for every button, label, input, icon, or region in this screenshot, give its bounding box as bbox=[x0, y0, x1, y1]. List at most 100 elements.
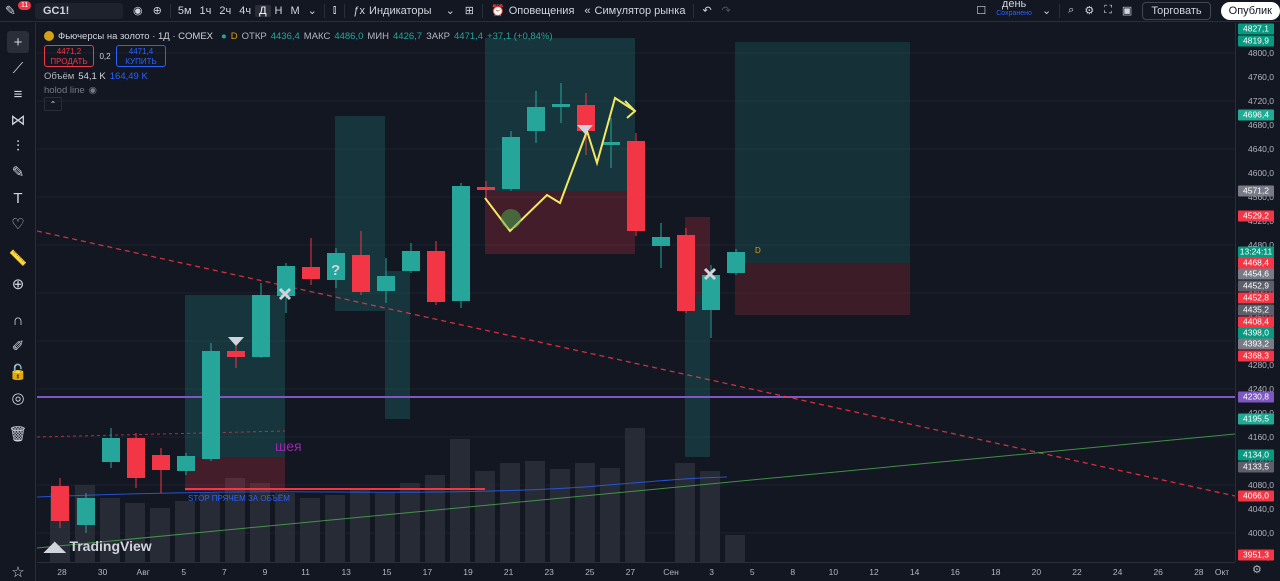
interval-4h[interactable]: 4ч bbox=[235, 5, 255, 17]
volume-value: 54,1 K bbox=[78, 70, 106, 82]
candle-body bbox=[177, 456, 195, 471]
lock-drawing-icon[interactable]: ✐ bbox=[7, 335, 29, 357]
interval-group: 5м 1ч 2ч 4ч Д Н М ⌄ bbox=[174, 0, 321, 22]
trade-button[interactable]: Торговать bbox=[1142, 1, 1211, 20]
candle-body bbox=[252, 295, 270, 357]
trash-icon[interactable]: 🗑 bbox=[7, 423, 29, 445]
legend-title[interactable]: Фьючерсы на золото · 1Д · COMEX bbox=[58, 31, 213, 42]
price-tag: 4133,5 bbox=[1238, 461, 1274, 473]
layout-checkbox-icon[interactable]: ☐ bbox=[971, 0, 991, 22]
layout-title: день bbox=[1001, 0, 1027, 10]
volume-bar bbox=[450, 439, 470, 562]
ohlc-high-value: 4486,0 bbox=[334, 30, 364, 42]
time-tick: 5 bbox=[181, 567, 187, 577]
quick-search-icon[interactable]: ⌕ bbox=[1063, 0, 1079, 22]
price-tick: 4640,0 bbox=[1248, 144, 1274, 154]
trade-buttons-row: 4471,2 ПРОДАТЬ 0,2 4471,4 КУПИТЬ bbox=[44, 43, 553, 69]
candles-icon[interactable]: ⫾ bbox=[328, 0, 342, 22]
interval-week[interactable]: Н bbox=[271, 5, 287, 17]
brush-icon[interactable]: ✎ bbox=[7, 161, 29, 183]
notification-badge: 11 bbox=[18, 0, 32, 10]
time-tick: 18 bbox=[991, 567, 1001, 577]
tv-logo-text: TradingView bbox=[69, 538, 152, 554]
publish-button[interactable]: Опублик bbox=[1220, 1, 1280, 20]
volume-bar bbox=[375, 493, 395, 562]
candle-body bbox=[77, 498, 95, 525]
camera-icon[interactable]: ▣ bbox=[1117, 0, 1137, 22]
ohlc-open-label: ОТКР bbox=[241, 30, 267, 42]
price-tag: 4393,2 bbox=[1238, 338, 1274, 350]
layout-name[interactable]: день Сохранено bbox=[991, 0, 1037, 22]
templates-icon[interactable]: ⊞ bbox=[460, 0, 479, 22]
time-tick: 14 bbox=[909, 567, 920, 577]
candle-body bbox=[352, 255, 370, 292]
chart-legend: Фьючерсы на золото · 1Д · COMEX ● D ОТКР… bbox=[44, 29, 553, 111]
gold-icon bbox=[44, 31, 54, 41]
chevron-down-icon[interactable]: ⌄ bbox=[304, 4, 321, 17]
price-tick: 4040,0 bbox=[1248, 504, 1274, 514]
menu-icon[interactable]: ✎ 11 bbox=[0, 0, 32, 22]
indicators-label: Индикаторы bbox=[369, 4, 432, 17]
forecast-icon[interactable]: ⫶ bbox=[7, 135, 29, 157]
zoom-icon[interactable]: ⊕ bbox=[7, 273, 29, 295]
ohlc-open-value: 4436,4 bbox=[270, 30, 300, 42]
indicators-button[interactable]: ƒx Индикаторы ⌄ bbox=[348, 0, 459, 22]
interval-day[interactable]: Д bbox=[255, 4, 271, 17]
compare-icon[interactable]: ◉ bbox=[128, 0, 148, 22]
candle-body bbox=[377, 276, 395, 291]
ruler-icon[interactable]: 📏 bbox=[7, 247, 29, 269]
collapse-legend-button[interactable]: ⌃ bbox=[44, 97, 62, 111]
interval-month[interactable]: М bbox=[287, 5, 304, 17]
interval-2h[interactable]: 2ч bbox=[215, 5, 235, 17]
crosshair-icon[interactable]: + bbox=[7, 31, 29, 53]
candle-body bbox=[102, 438, 120, 462]
alerts-button[interactable]: ⏰ Оповещения bbox=[486, 0, 579, 22]
eye-icon[interactable]: ◉ bbox=[89, 85, 97, 96]
price-tick: 4080,0 bbox=[1248, 480, 1274, 490]
lock-icon[interactable]: 🔓 bbox=[7, 361, 29, 383]
volume-bar bbox=[500, 463, 520, 562]
eye-icon[interactable]: ◎ bbox=[7, 387, 29, 409]
redo-icon[interactable]: ↷ bbox=[717, 0, 736, 22]
price-tag: 4230,8 bbox=[1238, 391, 1274, 403]
time-axis[interactable]: 28 30 Авг 5 7 9 11 13 15 17 19 21 23 25 27 Сен 3 5 8 10 12 14… bbox=[37, 562, 1235, 581]
price-tag: 4827,1 bbox=[1238, 23, 1274, 35]
magnet-icon[interactable]: ∩ bbox=[7, 309, 29, 331]
price-tag: 4819,9 bbox=[1238, 35, 1274, 47]
buy-button[interactable]: 4471,4 КУПИТЬ bbox=[116, 45, 166, 67]
volume-bar bbox=[325, 495, 345, 562]
indicator-name[interactable]: holod line bbox=[44, 85, 85, 96]
settings-icon[interactable]: ⚙ bbox=[1252, 563, 1262, 576]
status-dots-icon: ● bbox=[221, 30, 227, 42]
price-axis[interactable]: 4800,0 4760,0 4720,0 4680,0 4640,0 4600,0 4560… bbox=[1235, 23, 1280, 562]
ohlc-high-label: МАКС bbox=[303, 30, 331, 42]
star-icon[interactable]: ☆ bbox=[7, 561, 29, 581]
trend-line-icon[interactable]: ⟋ bbox=[7, 57, 29, 79]
volume-label[interactable]: Объём bbox=[44, 71, 74, 82]
text-icon[interactable]: T bbox=[7, 187, 29, 209]
add-symbol-icon[interactable]: ⊕ bbox=[148, 0, 167, 22]
sell-button[interactable]: 4471,2 ПРОДАТЬ bbox=[44, 45, 94, 67]
candle-body bbox=[152, 455, 170, 470]
zone-green bbox=[735, 42, 910, 263]
price-tag: 4529,2 bbox=[1238, 210, 1274, 222]
fib-icon[interactable]: ≡ bbox=[7, 83, 29, 105]
pattern-icon[interactable]: ⋈ bbox=[7, 109, 29, 131]
interval-1h[interactable]: 1ч bbox=[196, 5, 216, 17]
fullscreen-icon[interactable]: ⛶ bbox=[1099, 0, 1117, 22]
gear-icon[interactable]: ⚙ bbox=[1079, 0, 1099, 22]
time-tick: 11 bbox=[301, 567, 311, 577]
heart-icon[interactable]: ♡ bbox=[7, 213, 29, 235]
drawing-toolbar: + ⟋ ≡ ⋈ ⫶ ✎ T ♡ 📏 ⊕ ∩ ✐ 🔓 ◎ 🗑 ☆ bbox=[0, 23, 36, 581]
price-tick: 4160,0 bbox=[1248, 432, 1274, 442]
replay-button[interactable]: « Симулятор рынка bbox=[579, 0, 690, 22]
replay-label: Симулятор рынка bbox=[594, 4, 686, 17]
undo-icon[interactable]: ↶ bbox=[697, 0, 716, 22]
publish-wrap: Опублик bbox=[1216, 0, 1280, 22]
chevron-down-icon[interactable]: ⌄ bbox=[1037, 0, 1056, 22]
interval-5m[interactable]: 5м bbox=[174, 5, 196, 17]
candle-body bbox=[727, 252, 745, 273]
time-tick: Сен bbox=[663, 567, 679, 577]
symbol-search[interactable]: GC1! bbox=[35, 2, 123, 19]
candle-body bbox=[502, 137, 520, 189]
